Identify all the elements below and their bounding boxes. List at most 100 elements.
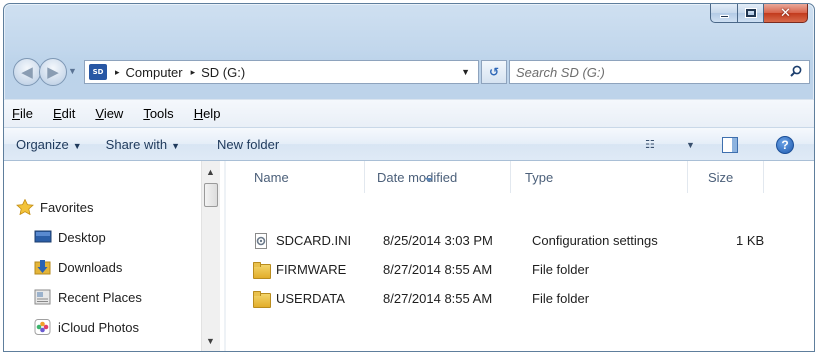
file-row[interactable]: FIRMWARE 8/27/2014 8:55 AM File folder [226,259,786,281]
desktop-icon [34,230,52,243]
minimize-button[interactable] [710,4,738,23]
file-type: File folder [532,291,590,306]
file-date-modified: 8/27/2014 8:55 AM [383,262,493,277]
breadcrumb-separator-icon[interactable]: ▸ [115,67,120,78]
organize-button[interactable]: Organize ▼ [16,137,82,152]
chevron-down-icon: ▼ [72,140,82,151]
recent-places-icon [34,289,51,305]
file-row[interactable]: USERDATA 8/27/2014 8:55 AM File folder [226,288,786,310]
file-row[interactable]: SDCARD.INI 8/25/2014 3:03 PM Configurati… [226,230,786,252]
menu-tools-label: ools [149,106,174,121]
settings-file-icon [255,233,267,249]
nav-downloads-label: Downloads [58,259,123,275]
file-type: Configuration settings [532,233,658,248]
nav-recent-places-label: Recent Places [58,289,142,305]
menu-view[interactable]: View [95,106,123,121]
column-header-type-label: Type [525,169,554,185]
scroll-down-icon[interactable]: ▼ [206,336,215,346]
file-date-modified: 8/27/2014 8:55 AM [383,291,493,306]
recent-pages-dropdown-icon[interactable]: ▼ [68,66,77,76]
breadcrumb-sd-drive[interactable]: SD (G:) [201,65,245,80]
navigation-pane-scrollbar[interactable]: ▲ ▼ [201,161,220,351]
file-name: USERDATA [276,291,345,306]
nav-recent-places[interactable]: Recent Places [34,289,142,305]
menu-help-label: elp [203,106,221,121]
change-view-icon[interactable]: ☷ [645,138,655,151]
share-with-label: Share with [105,136,168,152]
file-size: 1 KB [736,233,765,248]
back-button[interactable]: ◀ [13,58,41,86]
forward-button[interactable]: ▶ [39,58,67,86]
menu-edit-label: dit [61,106,76,121]
file-name: SDCARD.INI [276,233,352,248]
back-arrow-icon: ◀ [21,64,33,81]
column-header-date-modified[interactable]: Date modified [365,161,511,193]
column-header-name[interactable]: Name [236,161,365,193]
menu-tools[interactable]: Tools [143,106,173,121]
help-icon[interactable]: ? [776,136,794,154]
menu-help[interactable]: Help [194,106,221,121]
folder-icon [253,291,271,308]
nav-desktop[interactable]: Desktop [34,229,106,245]
downloads-icon [34,260,51,275]
sd-drive-icon: SD [89,64,107,80]
file-type: File folder [532,262,590,277]
file-name: FIRMWARE [276,262,347,277]
menu-view-mnemonic: V [95,106,104,121]
minimize-icon [719,14,729,18]
folder-icon-shape [253,291,271,308]
content-area: Favorites Desktop Downloads Recent Place… [4,161,814,351]
navigation-bar: ◀ ▶ ▼ SD ▸ Computer ▸ SD (G:) ▼ ↺ [4,57,814,89]
nav-favorites-label: Favorites [40,199,94,215]
caption-buttons: ✕ [710,4,808,23]
refresh-button[interactable]: ↺ [481,60,507,84]
address-dropdown-icon[interactable]: ▼ [461,67,470,77]
breadcrumb-computer[interactable]: Computer [126,65,183,80]
menu-edit-mnemonic: E [52,106,62,121]
navigation-pane: Favorites Desktop Downloads Recent Place… [4,161,222,351]
chevron-down-icon: ▼ [171,140,181,151]
maximize-icon [744,8,757,18]
menu-edit[interactable]: Edit [53,106,75,121]
menu-file[interactable]: File [12,106,33,121]
breadcrumb-separator-icon[interactable]: ▸ [191,67,196,78]
close-button[interactable]: ✕ [764,4,808,23]
menu-view-label: iew [103,106,124,121]
nav-desktop-label: Desktop [58,229,106,245]
column-header-type[interactable]: Type [511,161,688,193]
scrollbar-thumb[interactable] [204,183,218,207]
search-box [509,60,810,84]
search-icon[interactable] [790,65,802,77]
file-list: Name Date modified Type Size SDCARD.INI [226,161,814,351]
sort-indicator-icon [425,178,433,182]
nav-icloud-photos-label: iCloud Photos [58,319,139,335]
menu-file-label: ile [19,106,33,121]
nav-favorites[interactable]: Favorites [16,199,93,215]
maximize-button[interactable] [738,4,764,23]
preview-pane-icon[interactable] [722,137,738,153]
star-icon [16,199,34,215]
view-options-dropdown-icon[interactable]: ▼ [686,140,695,150]
nav-downloads[interactable]: Downloads [34,259,122,275]
file-date-modified: 8/25/2014 3:03 PM [383,233,493,248]
folder-icon [253,262,271,279]
share-with-button[interactable]: Share with ▼ [106,137,180,152]
column-header-size[interactable]: Size [688,161,764,193]
search-input[interactable] [516,64,766,80]
nav-icloud-photos[interactable]: iCloud Photos [34,319,139,335]
command-bar: Organize ▼ Share with ▼ New folder ☷ ▼ ? [4,127,814,161]
folder-icon-shape [253,262,271,279]
column-header-date-label: Date modified [377,169,458,185]
explorer-window: ✕ ◀ ▶ ▼ SD ▸ Computer ▸ SD (G:) ▼ ↺ Sear… [3,3,815,352]
menu-file-mnemonic: F [12,106,20,121]
organize-label: Organize [16,136,69,152]
refresh-icon: ↺ [488,65,500,79]
column-header-size-label: Size [708,169,734,185]
icloud-photos-icon [34,319,51,335]
new-folder-button[interactable]: New folder [217,137,279,152]
menu-help-mnemonic: H [193,106,204,121]
close-icon: ✕ [780,5,791,21]
forward-arrow-icon: ▶ [47,64,59,81]
address-bar[interactable]: SD ▸ Computer ▸ SD (G:) ▼ [84,60,479,84]
scroll-up-icon[interactable]: ▲ [206,167,215,177]
